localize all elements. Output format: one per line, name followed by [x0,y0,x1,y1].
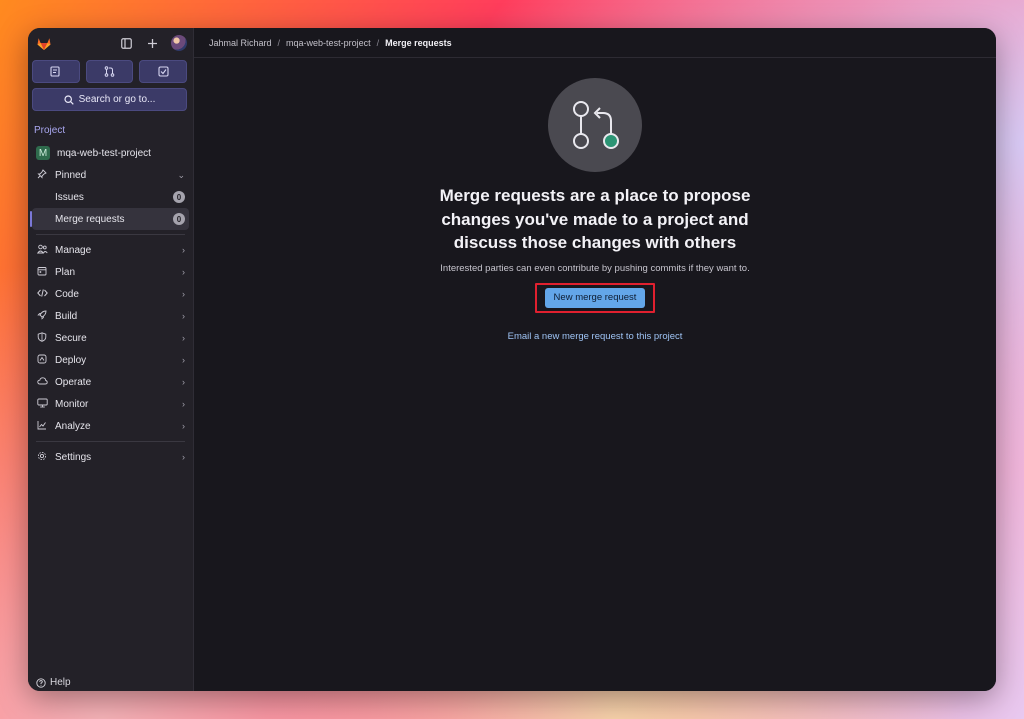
sidebar-item-project[interactable]: M mqa-web-test-project [32,142,189,164]
section-label: Project [34,125,66,136]
chevron-right-icon: › [182,289,185,299]
browser-window: Search or go to... Project M mqa-web-tes… [28,28,996,691]
gear-icon [36,451,48,464]
sidebar: Search or go to... Project M mqa-web-tes… [28,28,194,691]
project-avatar: M [36,146,50,160]
chevron-right-icon: › [182,452,185,462]
pin-icon [36,168,48,182]
help-button[interactable]: Help [36,677,71,688]
chevron-down-icon: ⌄ [177,169,185,180]
issues-count-badge: 0 [173,191,185,203]
sidebar-item-code[interactable]: Code › [32,283,189,305]
sidebar-item-operate[interactable]: Operate › [32,371,189,393]
empty-state-description: Interested parties can even contribute b… [440,262,750,274]
monitor-label: Monitor [55,398,89,410]
chevron-right-icon: › [182,355,185,365]
chevron-right-icon: › [182,245,185,255]
plan-label: Plan [55,266,76,278]
merge-request-icon [104,66,115,77]
todo-shortcut-button[interactable] [139,60,188,83]
breadcrumb-project[interactable]: mqa-web-test-project [286,38,371,48]
project-name: mqa-web-test-project [57,147,151,159]
sidebar-item-monitor[interactable]: Monitor › [32,393,189,415]
sidebar-item-merge-requests[interactable]: Merge requests 0 [30,208,189,230]
sidebar-item-deploy[interactable]: Deploy › [32,349,189,371]
merge-requests-label: Merge requests [55,213,125,225]
issue-icon [50,66,60,77]
quick-actions [28,58,193,83]
sidebar-item-issues[interactable]: Issues 0 [32,186,189,208]
chevron-right-icon: › [182,421,185,431]
rocket-icon [36,310,48,323]
breadcrumb-separator: / [277,37,281,48]
cloud-icon [36,376,48,389]
operate-label: Operate [55,376,92,388]
breadcrumb-current[interactable]: Merge requests [385,38,452,48]
settings-label: Settings [55,451,92,463]
pinned-label: Pinned [55,169,87,181]
sidebar-toggle-icon[interactable] [119,36,133,50]
breadcrumb-separator: / [376,37,380,48]
search-label: Search or go to... [78,94,156,105]
empty-state-title: Merge requests are a place to propose ch… [439,186,751,252]
analyze-label: Analyze [55,420,91,432]
shield-icon [36,331,48,345]
secure-label: Secure [55,332,87,344]
merge-request-illustration-icon [548,78,642,172]
issues-shortcut-button[interactable] [32,60,80,83]
plus-icon[interactable] [145,36,159,50]
monitor-icon [36,398,48,411]
user-avatar[interactable] [171,35,187,51]
search-icon [64,94,74,105]
merge-requests-count-badge: 0 [173,213,185,225]
sidebar-item-manage[interactable]: Manage › [32,239,189,261]
divider [36,234,185,235]
highlight-frame: New merge request [534,282,656,313]
users-icon [36,244,48,257]
search-button[interactable]: Search or go to... [32,88,187,111]
chevron-right-icon: › [182,267,185,277]
calendar-icon [36,266,48,279]
manage-label: Manage [55,244,92,256]
issues-label: Issues [55,191,84,203]
deploy-icon [36,354,48,367]
todo-icon [158,66,169,77]
chevron-right-icon: › [182,333,185,343]
help-icon [36,677,46,688]
gitlab-logo-icon[interactable] [36,35,52,51]
chart-icon [36,420,48,433]
code-label: Code [55,288,79,300]
email-merge-request-link[interactable]: Email a new merge request to this projec… [508,331,683,342]
sidebar-item-pinned[interactable]: Pinned ⌄ [32,164,189,186]
sidebar-header [28,28,193,58]
sidebar-nav: M mqa-web-test-project Pinned ⌄ Issues 0… [28,142,193,468]
breadcrumb: Jahmal Richard / mqa-web-test-project / … [194,28,996,58]
breadcrumb-user[interactable]: Jahmal Richard [209,38,272,48]
sidebar-item-plan[interactable]: Plan › [32,261,189,283]
divider [36,441,185,442]
sidebar-item-analyze[interactable]: Analyze › [32,415,189,437]
code-icon [36,288,48,301]
sidebar-item-secure[interactable]: Secure › [32,327,189,349]
build-label: Build [55,310,78,322]
help-label: Help [50,677,71,688]
merge-requests-shortcut-button[interactable] [85,60,134,83]
chevron-right-icon: › [182,311,185,321]
sidebar-item-build[interactable]: Build › [32,305,189,327]
new-merge-request-button[interactable]: New merge request [544,287,646,308]
chevron-right-icon: › [182,399,185,409]
deploy-label: Deploy [55,354,87,366]
main-content: Jahmal Richard / mqa-web-test-project / … [194,28,996,691]
chevron-right-icon: › [182,377,185,387]
empty-state: Merge requests are a place to propose ch… [194,78,996,342]
sidebar-item-settings[interactable]: Settings › [32,446,189,468]
